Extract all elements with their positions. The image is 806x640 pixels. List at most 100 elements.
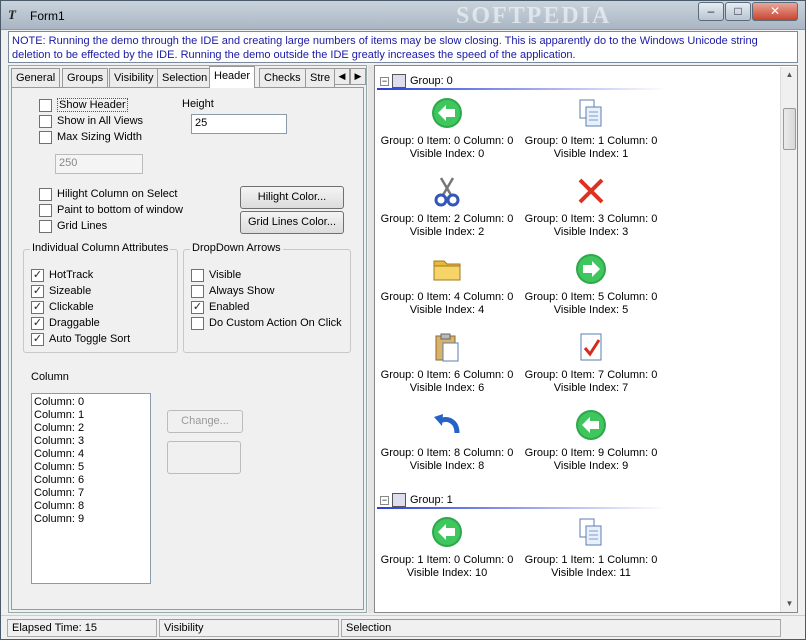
- height-label: Height: [182, 98, 214, 110]
- list-item[interactable]: Group: 1 Item: 1 Column: 0 Visible Index:…: [521, 516, 661, 580]
- vertical-scrollbar[interactable]: ▲ ▼: [780, 67, 797, 612]
- arrow-left-icon: [432, 98, 462, 128]
- dropdown-option-checkbox[interactable]: Do Custom Action On Click: [191, 316, 342, 330]
- title-bar[interactable]: T Form1 SOFTPEDIA – □ ✕: [1, 1, 805, 30]
- collapse-icon[interactable]: −: [380, 495, 389, 505]
- column-attr-checkbox[interactable]: ✓ Auto Toggle Sort: [31, 332, 130, 346]
- item-line-1: Group: 0 Item: 1 Column: 0: [524, 135, 658, 147]
- main-window: T Form1 SOFTPEDIA – □ ✕ NOTE: Running th…: [0, 0, 806, 640]
- tab-scroll-left-icon[interactable]: ◀: [334, 68, 350, 85]
- tab-selection[interactable]: Selection: [157, 68, 213, 87]
- max-width-input[interactable]: 250: [55, 154, 143, 174]
- column-attr-checkbox[interactable]: ✓ HotTrack: [31, 268, 93, 282]
- scroll-down-icon[interactable]: ▼: [782, 596, 797, 612]
- checked-box-icon: ✓: [191, 300, 204, 314]
- list-item[interactable]: Column: 8: [34, 500, 148, 513]
- checked-box-icon: ✓: [31, 300, 44, 314]
- item-line-2: Visible Index: 4: [409, 304, 485, 316]
- maximize-button[interactable]: □: [725, 2, 751, 21]
- column-label: Column: [31, 371, 69, 383]
- list-item[interactable]: Column: 0: [34, 396, 148, 409]
- list-item[interactable]: Group: 0 Item: 3 Column: 0 Visible Index:…: [521, 175, 661, 239]
- copy-icon: [579, 518, 602, 546]
- dropdown-arrows-group: DropDown Arrows Visible Always Show ✓ Enabl…: [183, 242, 351, 353]
- tab-general[interactable]: General: [11, 68, 61, 87]
- list-item[interactable]: Column: 7: [34, 487, 148, 500]
- list-item[interactable]: Group: 1 Item: 0 Column: 0 Visible Index:…: [377, 516, 517, 580]
- item-line-1: Group: 1 Item: 1 Column: 0: [524, 554, 658, 566]
- tab-scroll-right-icon[interactable]: ▶: [350, 68, 366, 85]
- list-item[interactable]: Column: 9: [34, 513, 148, 526]
- arrow-left-icon: [432, 517, 462, 547]
- list-item[interactable]: Group: 0 Item: 2 Column: 0 Visible Index:…: [377, 175, 517, 239]
- status-panel-3: Selection: [341, 619, 781, 637]
- collapse-icon[interactable]: −: [380, 76, 389, 86]
- group-header[interactable]: − Group: 0: [380, 74, 453, 88]
- list-item[interactable]: Column: 4: [34, 448, 148, 461]
- delete-x-icon: [578, 178, 604, 204]
- list-item[interactable]: Group: 0 Item: 7 Column: 0 Visible Index:…: [521, 331, 661, 395]
- hilight-column-checkbox[interactable]: Hilight Column on Select: [39, 187, 177, 201]
- column-attr-checkbox[interactable]: ✓ Sizeable: [31, 284, 91, 298]
- tab-groups[interactable]: Groups: [62, 68, 109, 87]
- close-button[interactable]: ✕: [752, 2, 798, 21]
- column-attr-checkbox[interactable]: ✓ Draggable: [31, 316, 100, 330]
- tab-header[interactable]: Header: [209, 66, 256, 88]
- checked-box-icon: ✓: [31, 284, 44, 298]
- minimize-button[interactable]: –: [698, 2, 724, 21]
- list-item[interactable]: Column: 1: [34, 409, 148, 422]
- column-listbox[interactable]: Column: 0 Column: 1 Column: 2 Column: 3 Colu…: [31, 393, 151, 584]
- list-item[interactable]: Group: 0 Item: 5 Column: 0 Visible Index:…: [521, 253, 661, 317]
- list-item[interactable]: Group: 0 Item: 9 Column: 0 Visible Index:…: [521, 409, 661, 473]
- grouped-list-view[interactable]: ▲ ▼ − Group: 0 Group: 0 Item: 0 Column: 0V…: [374, 65, 798, 613]
- note-text: NOTE: Running the demo through the IDE a…: [8, 31, 798, 63]
- max-sizing-width-checkbox[interactable]: Max Sizing Width: [39, 130, 142, 144]
- item-line-2: Visible Index: 5: [553, 304, 629, 316]
- column-attributes-group: Individual Column Attributes ✓ HotTrack ✓ S…: [23, 242, 178, 353]
- list-item[interactable]: Column: 6: [34, 474, 148, 487]
- show-header-checkbox[interactable]: Show Header: [39, 98, 128, 112]
- dropdown-option-checkbox[interactable]: Always Show: [191, 284, 274, 298]
- blank-button[interactable]: [167, 441, 241, 474]
- scissors-icon: [434, 177, 460, 207]
- item-line-1: Group: 0 Item: 6 Column: 0: [380, 369, 514, 381]
- show-in-all-views-checkbox[interactable]: Show in All Views: [39, 114, 143, 128]
- item-line-1: Group: 0 Item: 3 Column: 0: [524, 213, 658, 225]
- dropdown-arrows-title: DropDown Arrows: [190, 242, 283, 254]
- list-item[interactable]: Column: 3: [34, 435, 148, 448]
- group-header[interactable]: − Group: 1: [380, 493, 453, 507]
- list-item[interactable]: Column: 5: [34, 461, 148, 474]
- group-label: Group: 1: [410, 494, 453, 506]
- app-icon: T: [8, 7, 16, 22]
- scroll-thumb[interactable]: [783, 108, 796, 150]
- list-item[interactable]: Group: 0 Item: 1 Column: 0 Visible Index:…: [521, 97, 661, 161]
- tab-scroll-arrows: ◀ ▶: [334, 68, 368, 86]
- tab-streams[interactable]: Stre: [305, 68, 335, 87]
- grid-lines-checkbox[interactable]: Grid Lines: [39, 219, 107, 233]
- group-divider: [377, 88, 667, 90]
- dropdown-option-checkbox[interactable]: Visible: [191, 268, 241, 282]
- unchecked-box-icon: [191, 268, 204, 282]
- scroll-up-icon[interactable]: ▲: [782, 67, 797, 83]
- item-line-2: Visible Index: 7: [553, 382, 629, 394]
- dropdown-option-checkbox[interactable]: ✓ Enabled: [191, 300, 249, 314]
- unchecked-box-icon: [191, 284, 204, 298]
- item-line-2: Visible Index: 0: [409, 148, 485, 160]
- list-item[interactable]: Group: 0 Item: 4 Column: 0 Visible Index:…: [377, 253, 517, 317]
- change-button[interactable]: Change...: [167, 410, 243, 433]
- column-attr-checkbox[interactable]: ✓ Clickable: [31, 300, 94, 314]
- grid-lines-color-button[interactable]: Grid Lines Color...: [240, 211, 344, 234]
- height-input[interactable]: 25: [191, 114, 287, 134]
- item-line-1: Group: 1 Item: 0 Column: 0: [380, 554, 514, 566]
- list-item[interactable]: Column: 2: [34, 422, 148, 435]
- tab-checks[interactable]: Checks: [259, 68, 306, 87]
- list-item[interactable]: Group: 0 Item: 8 Column: 0 Visible Index:…: [377, 409, 517, 473]
- settings-panel: General Groups Visibility Selection Head…: [8, 65, 367, 613]
- tab-visibility[interactable]: Visibility: [109, 68, 159, 87]
- list-item[interactable]: Group: 0 Item: 6 Column: 0 Visible Index:…: [377, 331, 517, 395]
- list-item[interactable]: Group: 0 Item: 0 Column: 0 Visible Index:…: [377, 97, 517, 161]
- paint-to-bottom-checkbox[interactable]: Paint to bottom of window: [39, 203, 183, 217]
- folder-icon: [433, 260, 461, 281]
- hilight-color-button[interactable]: Hilight Color...: [240, 186, 344, 209]
- clipboard-icon: [435, 333, 459, 362]
